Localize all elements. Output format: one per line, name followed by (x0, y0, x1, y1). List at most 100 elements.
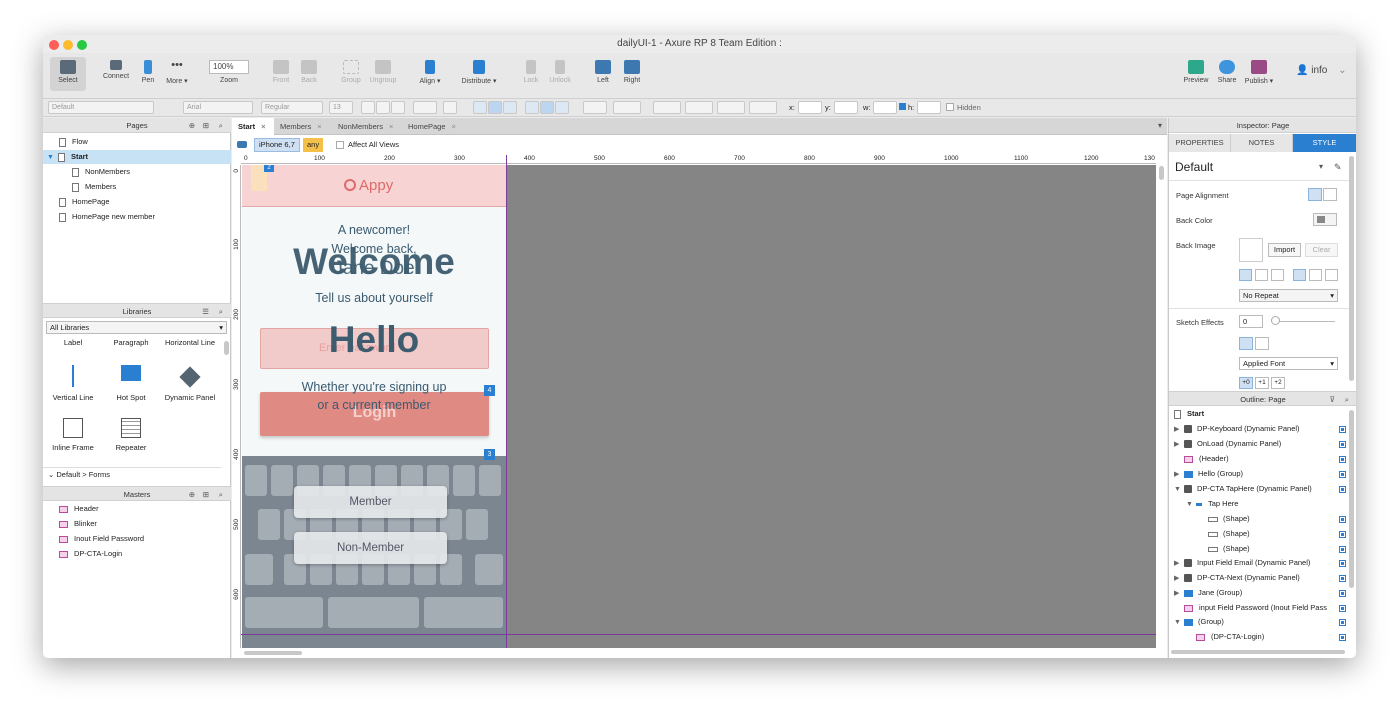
front-button[interactable]: Front (269, 60, 293, 84)
visibility-toggle[interactable] (1339, 560, 1346, 567)
align-left-page-button[interactable] (1308, 188, 1322, 201)
sketch-slider[interactable] (1271, 321, 1335, 322)
outline-item[interactable]: ▶ DP-CTA-Next (Dynamic Panel) (1174, 571, 1300, 585)
italic-button[interactable] (376, 101, 390, 114)
page-item-flow[interactable]: Flow (59, 135, 88, 149)
library-item-repeater[interactable]: Repeater (101, 418, 161, 452)
font-size-plus2-button[interactable]: +2 (1271, 377, 1285, 389)
search-icon[interactable]: ⌕ (1345, 392, 1349, 407)
font-size-plus1-button[interactable]: +1 (1255, 377, 1269, 389)
sketch-slider-thumb[interactable] (1271, 316, 1280, 325)
visibility-toggle[interactable] (1339, 575, 1346, 582)
outline-item[interactable]: ▶ Jane (Group) (1174, 586, 1242, 600)
collapse-icon[interactable]: ▼ (1174, 483, 1184, 497)
close-icon[interactable]: × (389, 122, 393, 131)
line-width-button[interactable] (685, 101, 713, 114)
chevron-down-icon[interactable]: ▾ (1319, 162, 1323, 171)
add-folder-icon[interactable]: ⊞ (203, 118, 209, 133)
visibility-toggle[interactable] (1339, 426, 1346, 433)
library-item-horizontal-line[interactable]: Horizontal Line (160, 338, 220, 347)
hidden-checkbox[interactable] (946, 103, 954, 111)
edit-style-icon[interactable]: ✎ (1334, 162, 1342, 173)
back-image-preview[interactable] (1239, 238, 1263, 262)
list-button[interactable] (443, 101, 457, 114)
close-window-button[interactable] (49, 40, 59, 50)
preview-button[interactable]: Preview (1182, 60, 1210, 84)
underline-button[interactable] (391, 101, 405, 114)
visibility-toggle[interactable] (1339, 471, 1346, 478)
visibility-toggle[interactable] (1339, 516, 1346, 523)
search-icon[interactable]: ⌕ (219, 118, 223, 133)
tab-homepage[interactable]: HomePage × (402, 118, 464, 135)
style-name[interactable]: Default (1175, 160, 1213, 174)
align-left-text-button[interactable] (473, 101, 487, 114)
outline-scrollbar[interactable] (1349, 410, 1354, 588)
ungroup-button[interactable]: Ungroup (366, 60, 400, 84)
sketch-value-input[interactable]: 0 (1239, 315, 1263, 328)
publish-button[interactable]: Publish ▾ (1242, 60, 1276, 85)
color-mode-button[interactable] (1239, 337, 1253, 350)
library-item-vertical-line[interactable]: Vertical Line (43, 365, 103, 402)
visibility-toggle[interactable] (1339, 546, 1346, 553)
close-icon[interactable]: × (452, 122, 456, 131)
tab-properties[interactable]: PROPERTIES (1169, 134, 1231, 152)
collapse-icon[interactable]: ▼ (1186, 498, 1196, 512)
y-input[interactable] (834, 101, 858, 114)
page-item-nonmembers[interactable]: NonMembers (72, 165, 130, 179)
expand-icon[interactable]: ▶ (1174, 423, 1184, 437)
visibility-toggle[interactable] (1339, 441, 1346, 448)
shadow-button[interactable] (613, 101, 641, 114)
image-valign-top-button[interactable] (1293, 269, 1306, 281)
expand-icon[interactable]: ▶ (1174, 468, 1184, 482)
outline-item[interactable]: (Shape) (1208, 527, 1250, 541)
tab-notes[interactable]: NOTES (1231, 134, 1293, 152)
align-center-page-button[interactable] (1323, 188, 1337, 201)
master-item[interactable]: Blinker (59, 517, 97, 531)
expand-icon[interactable]: ▶ (1174, 557, 1184, 571)
select-tool[interactable]: Select (50, 57, 86, 91)
canvas-scrollbar-vertical[interactable] (1159, 166, 1164, 180)
image-valign-bottom-button[interactable] (1325, 269, 1338, 281)
fill-color-button[interactable] (583, 101, 607, 114)
expand-icon[interactable]: ▶ (1174, 587, 1184, 601)
outline-item[interactable]: (Shape) (1208, 512, 1250, 526)
outline-item[interactable]: ▼ DP-CTA TapHere (Dynamic Panel) (1174, 482, 1312, 496)
image-align-right-button[interactable] (1271, 269, 1284, 281)
library-item-dynamic-panel[interactable]: Dynamic Panel (160, 365, 220, 402)
outline-item[interactable]: input Field Password (Inout Field Pass (1184, 601, 1334, 615)
outline-item[interactable]: ▶ Input Field Email (Dynamic Panel) (1174, 556, 1310, 570)
adaptive-views-icon[interactable] (237, 141, 247, 148)
add-folder-icon[interactable]: ⊞ (203, 487, 209, 502)
unlock-button[interactable]: Unlock (546, 60, 574, 84)
library-select[interactable]: All Libraries ▾ (46, 321, 227, 334)
outline-item[interactable]: (DP-CTA-Login) (1196, 630, 1264, 644)
group-button[interactable]: Group (339, 60, 363, 84)
library-item-paragraph[interactable]: Paragraph (101, 338, 161, 347)
zoom-window-button[interactable] (77, 40, 87, 50)
image-align-center-button[interactable] (1255, 269, 1268, 281)
outline-item[interactable]: ▼ (Group) (1174, 615, 1224, 629)
page-item-homepage[interactable]: HomePage (59, 195, 110, 209)
visibility-toggle[interactable] (1339, 531, 1346, 538)
visibility-toggle[interactable] (1339, 619, 1346, 626)
connect-tool[interactable]: Connect (101, 60, 131, 80)
search-icon[interactable]: ⌕ (219, 304, 223, 319)
page-item-members[interactable]: Members (72, 180, 116, 194)
add-master-icon[interactable]: ⊕ (189, 487, 195, 502)
outline-item[interactable]: ▶ OnLoad (Dynamic Panel) (1174, 437, 1281, 451)
expand-icon[interactable]: ▶ (1174, 572, 1184, 586)
page-item-homepage-new-member[interactable]: HomePage new member (59, 210, 155, 224)
bold-button[interactable] (361, 101, 375, 114)
member-button[interactable]: Member (294, 486, 447, 518)
more-tool[interactable]: ••• More ▾ (164, 60, 190, 86)
chevron-down-icon[interactable]: ▾ (1158, 121, 1162, 130)
canvas-scrollbar-horizontal[interactable] (244, 651, 302, 655)
master-item[interactable]: Header (59, 502, 99, 516)
align-right-text-button[interactable] (503, 101, 517, 114)
style-select[interactable]: Default (48, 101, 154, 114)
import-button[interactable]: Import (1268, 243, 1301, 257)
w-input[interactable] (873, 101, 897, 114)
valign-bottom-button[interactable] (555, 101, 569, 114)
expand-icon[interactable]: ▶ (1174, 438, 1184, 452)
outline-item[interactable]: ▼ Tap Here (1186, 497, 1238, 511)
